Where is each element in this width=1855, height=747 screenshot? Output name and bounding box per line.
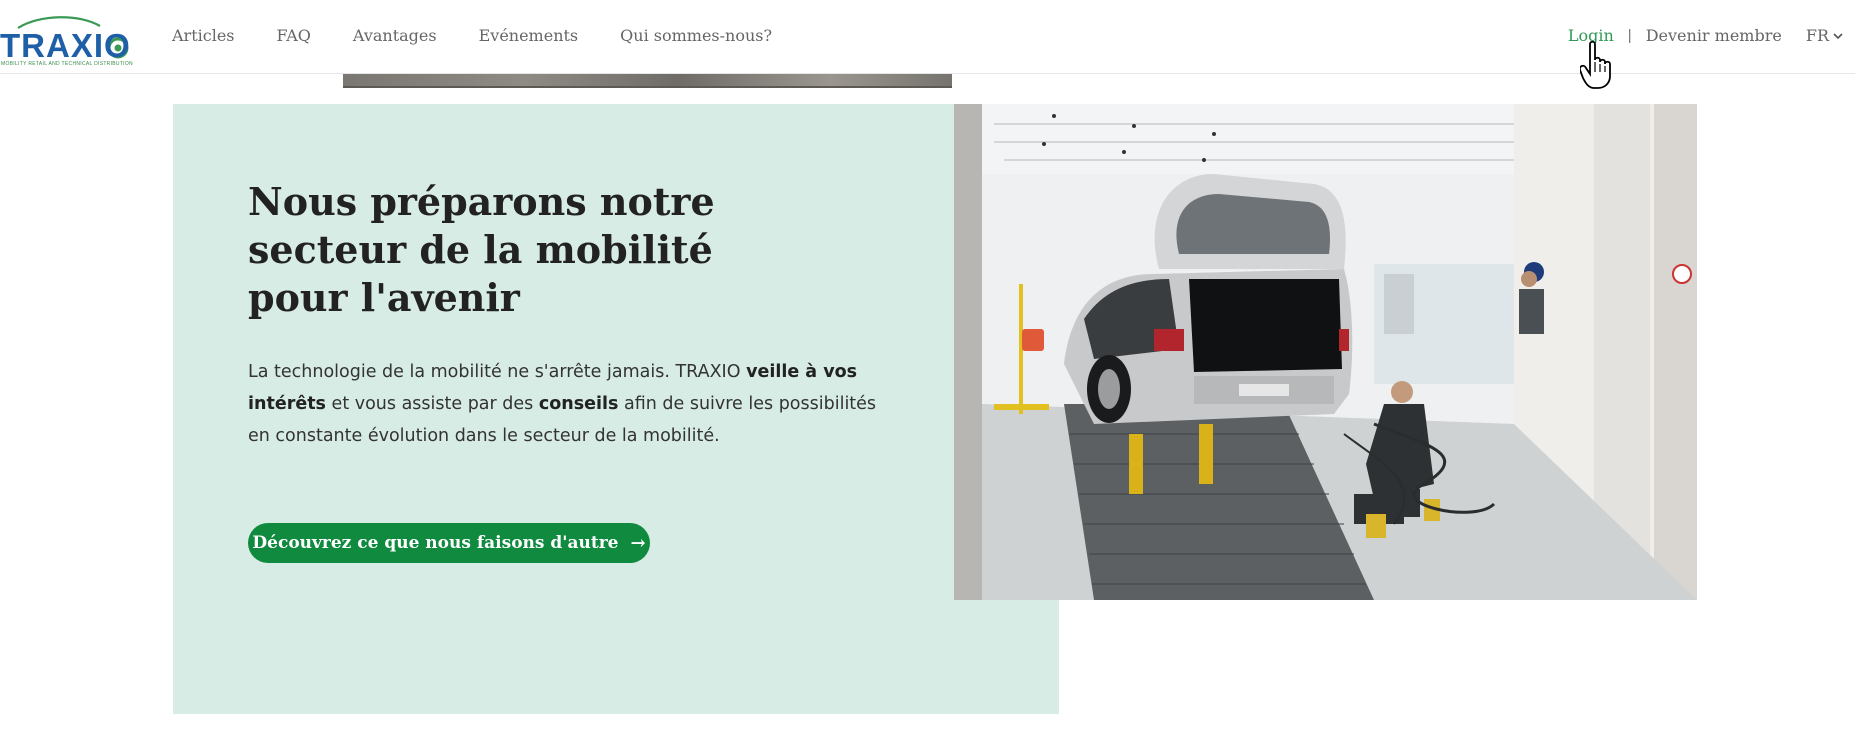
logo-tagline: MOBILITY RETAIL AND TECHNICAL DISTRIBUTI… bbox=[1, 61, 133, 67]
arrow-right-icon: → bbox=[630, 532, 646, 554]
hand-pointer-cursor-icon bbox=[1580, 40, 1611, 89]
nav-item-evenements[interactable]: Evénements bbox=[479, 26, 579, 45]
cta-label: Découvrez ce que nous faisons d'autre bbox=[252, 533, 619, 553]
discover-more-button[interactable]: Découvrez ce que nous faisons d'autre → bbox=[248, 523, 650, 563]
site-header: TRAXIO MOBILITY RETAIL AND TECHNICAL DIS… bbox=[0, 0, 1855, 74]
chevron-down-icon bbox=[1833, 32, 1843, 39]
hero-body-text: La technologie de la mobilité ne s'arrêt… bbox=[248, 356, 888, 452]
logo-wordmark: TRAXIO bbox=[0, 27, 131, 64]
nav-item-avantages[interactable]: Avantages bbox=[353, 26, 437, 45]
language-label: FR bbox=[1805, 26, 1829, 45]
body-text-bold: conseils bbox=[538, 394, 619, 414]
main-nav: Articles FAQ Avantages Evénements Qui so… bbox=[172, 26, 814, 45]
previous-section-image-edge bbox=[343, 74, 952, 88]
nav-item-articles[interactable]: Articles bbox=[172, 26, 235, 45]
traxio-logo[interactable]: TRAXIO MOBILITY RETAIL AND TECHNICAL DIS… bbox=[0, 12, 134, 67]
body-text-part: La technologie de la mobilité ne s'arrêt… bbox=[248, 362, 747, 382]
hero-headline: Nous préparons notre secteur de la mobil… bbox=[248, 179, 715, 320]
nav-separator: | bbox=[1627, 27, 1632, 44]
language-selector[interactable]: FR bbox=[1806, 26, 1843, 45]
nav-item-faq[interactable]: FAQ bbox=[277, 26, 311, 45]
garage-photo bbox=[954, 104, 1697, 600]
garage-illustration bbox=[954, 104, 1697, 600]
body-text-part: et vous assiste par des bbox=[325, 394, 539, 414]
become-member-link[interactable]: Devenir membre bbox=[1646, 26, 1782, 45]
nav-item-qui-sommes-nous[interactable]: Qui sommes-nous? bbox=[620, 26, 772, 45]
